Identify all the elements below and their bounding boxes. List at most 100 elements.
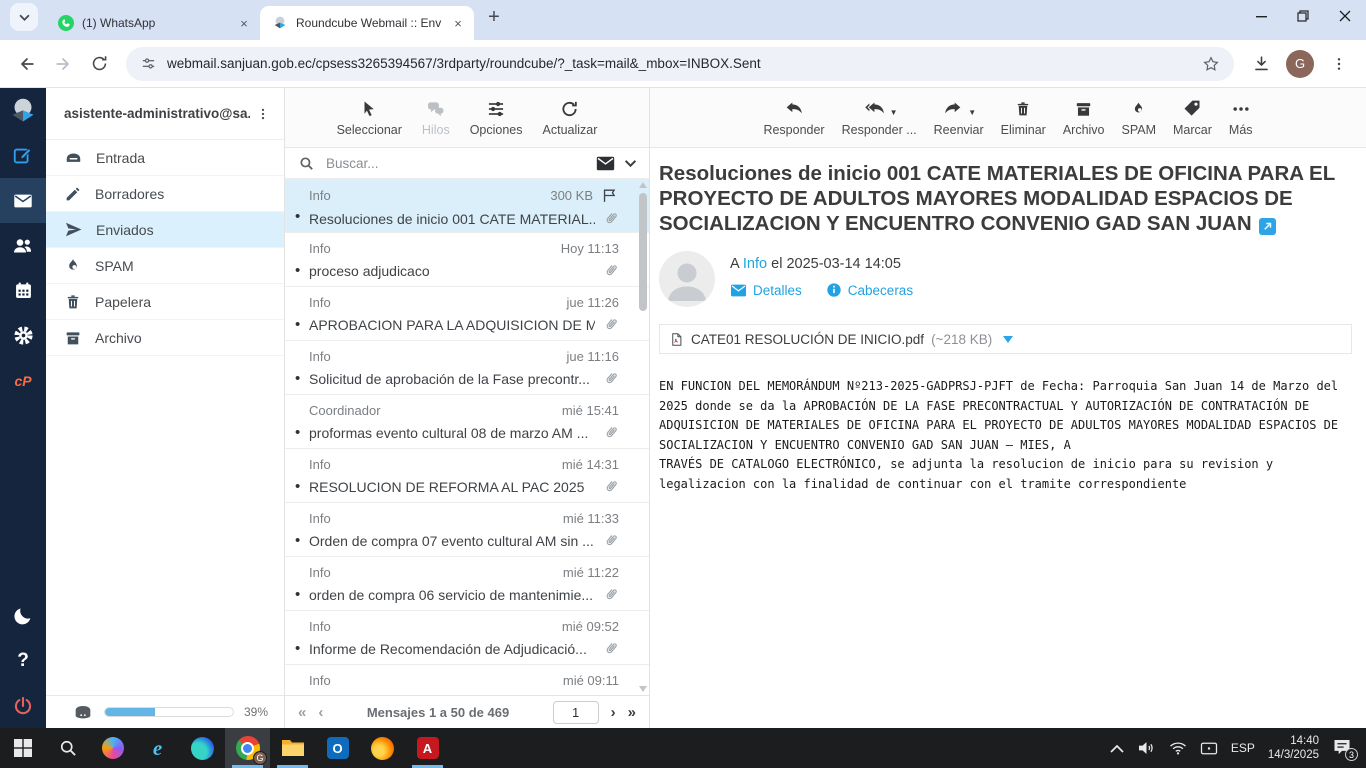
scrollbar-thumb[interactable]: [639, 193, 647, 311]
reply-all-button[interactable]: ▼ Responder ...: [842, 99, 917, 137]
list-item[interactable]: Info300 KB •Resoluciones de inicio 001 C…: [285, 179, 649, 233]
taskbar-outlook-button[interactable]: O: [315, 728, 360, 768]
taskbar-explorer-button[interactable]: [270, 728, 315, 768]
tray-expand-chevron-icon[interactable]: [1110, 744, 1124, 753]
list-item[interactable]: Infojue 11:16 •Solicitud de aprobación d…: [285, 341, 649, 395]
message-list-panel: Seleccionar Hilos Opciones Actualizar: [285, 88, 650, 728]
spam-button[interactable]: SPAM: [1122, 99, 1157, 137]
cast-icon[interactable]: [1200, 741, 1218, 756]
sidebar-item-papelera[interactable]: Papelera: [46, 284, 284, 320]
attachment-name[interactable]: CATE01 RESOLUCIÓN DE INICIO.pdf: [691, 332, 924, 347]
list-item[interactable]: InfoHoy 11:13 •proceso adjudicaco: [285, 233, 649, 287]
taskbar-clock[interactable]: 14:40 14/3/2025: [1268, 734, 1319, 762]
tab-roundcube[interactable]: Roundcube Webmail :: Enviados ×: [260, 6, 474, 40]
search-scope-mail-icon[interactable]: [596, 156, 615, 171]
calendar-nav-button[interactable]: [0, 268, 46, 313]
compose-button[interactable]: [0, 133, 46, 178]
logout-button[interactable]: [0, 683, 46, 728]
list-item[interactable]: Coordinadormié 15:41 •proformas evento c…: [285, 395, 649, 449]
taskbar-ie-button[interactable]: e: [135, 728, 180, 768]
threads-button[interactable]: Hilos: [422, 99, 450, 137]
tab-title: (1) WhatsApp: [82, 16, 228, 30]
dropdown-caret-icon[interactable]: ▼: [968, 108, 976, 119]
search-input[interactable]: [324, 155, 587, 172]
from-contact-link[interactable]: Info: [743, 256, 767, 272]
flag-icon[interactable]: [600, 187, 619, 204]
taskbar-search-button[interactable]: [45, 728, 90, 768]
scroll-up-icon[interactable]: [639, 182, 647, 188]
list-item[interactable]: Infomié 09:11: [285, 665, 649, 695]
dark-mode-button[interactable]: [0, 593, 46, 638]
sidebar-item-spam[interactable]: SPAM: [46, 248, 284, 284]
maximize-button[interactable]: [1282, 0, 1324, 32]
attachment-bar[interactable]: CATE01 RESOLUCIÓN DE INICIO.pdf (~218 KB…: [659, 324, 1352, 354]
taskbar-chrome-button[interactable]: G: [225, 728, 270, 768]
tab-whatsapp[interactable]: (1) WhatsApp ×: [46, 6, 260, 40]
list-item[interactable]: Infomié 09:52 •Informe de Recomendación …: [285, 611, 649, 665]
site-settings-icon[interactable]: [140, 55, 157, 72]
cpanel-icon[interactable]: cP: [0, 358, 46, 403]
mail-nav-button[interactable]: [0, 178, 46, 223]
scroll-down-icon[interactable]: [639, 686, 647, 692]
notification-center-button[interactable]: 3: [1332, 738, 1354, 758]
contacts-nav-button[interactable]: [0, 223, 46, 268]
select-button[interactable]: Seleccionar: [337, 99, 402, 137]
sidebar-item-borradores[interactable]: Borradores: [46, 176, 284, 212]
close-tab-icon[interactable]: ×: [450, 15, 466, 31]
minimize-button[interactable]: [1240, 0, 1282, 32]
delete-button[interactable]: Eliminar: [1001, 99, 1046, 137]
list-scrollbar[interactable]: [638, 179, 648, 695]
next-page-button[interactable]: ›: [611, 704, 616, 721]
forward-button[interactable]: [46, 47, 80, 81]
close-tab-icon[interactable]: ×: [236, 15, 252, 31]
forward-button[interactable]: ▼ Reenviar: [934, 99, 984, 137]
browser-menu-icon[interactable]: [1322, 47, 1356, 81]
url-bar[interactable]: webmail.sanjuan.gob.ec/cpsess3265394567/…: [126, 47, 1234, 81]
taskbar-copilot-button[interactable]: [90, 728, 135, 768]
taskbar-edge-button[interactable]: [180, 728, 225, 768]
back-button[interactable]: [10, 47, 44, 81]
list-item[interactable]: Infomié 11:33 •Orden de compra 07 evento…: [285, 503, 649, 557]
paperclip-icon: [603, 424, 619, 441]
dropdown-caret-icon[interactable]: ▼: [890, 108, 898, 119]
help-button[interactable]: ?: [0, 638, 46, 683]
list-item[interactable]: Infojue 11:26 •APROBACION PARA LA ADQUIS…: [285, 287, 649, 341]
sidebar-item-entrada[interactable]: Entrada: [46, 140, 284, 176]
more-button[interactable]: Más: [1229, 99, 1253, 137]
mark-button[interactable]: Marcar: [1173, 99, 1212, 137]
open-in-new-window-icon[interactable]: [1259, 218, 1276, 235]
bookmark-star-icon[interactable]: [1202, 55, 1220, 73]
options-button[interactable]: Opciones: [470, 99, 523, 137]
headers-link[interactable]: Cabeceras: [826, 282, 913, 298]
page-number-input[interactable]: [553, 701, 599, 724]
taskbar-firefox-button[interactable]: [360, 728, 405, 768]
new-tab-button[interactable]: +: [480, 3, 508, 31]
tab-search-button[interactable]: [10, 3, 38, 31]
attachment-menu-caret-icon[interactable]: [1003, 336, 1013, 343]
first-page-button[interactable]: «: [298, 704, 306, 721]
list-item[interactable]: Infomié 14:31 •RESOLUCION DE REFORMA AL …: [285, 449, 649, 503]
start-button[interactable]: [0, 728, 45, 768]
profile-avatar[interactable]: G: [1286, 50, 1314, 78]
reply-button[interactable]: Responder: [763, 99, 824, 137]
taskbar-acrobat-button[interactable]: A: [405, 728, 450, 768]
close-button[interactable]: [1324, 0, 1366, 32]
roundcube-logo[interactable]: [0, 88, 46, 133]
speaker-icon[interactable]: [1137, 740, 1156, 756]
list-item[interactable]: Infomié 11:22 •orden de compra 06 servic…: [285, 557, 649, 611]
wifi-icon[interactable]: [1169, 741, 1187, 755]
refresh-button[interactable]: [82, 47, 116, 81]
last-page-button[interactable]: »: [628, 704, 636, 721]
sidebar-item-enviados[interactable]: Enviados: [46, 212, 284, 248]
settings-nav-button[interactable]: [0, 313, 46, 358]
download-icon[interactable]: [1244, 47, 1278, 81]
prev-page-button[interactable]: ‹: [318, 704, 323, 721]
account-menu-icon[interactable]: [250, 106, 276, 122]
language-indicator[interactable]: ESP: [1231, 741, 1255, 755]
search-options-chevron-icon[interactable]: [624, 157, 637, 170]
details-link[interactable]: Detalles: [730, 283, 802, 298]
refresh-list-button[interactable]: Actualizar: [543, 99, 598, 137]
sidebar-item-archivo[interactable]: Archivo: [46, 320, 284, 356]
archive-button[interactable]: Archivo: [1063, 99, 1105, 137]
app-rail: cP ?: [0, 88, 46, 728]
